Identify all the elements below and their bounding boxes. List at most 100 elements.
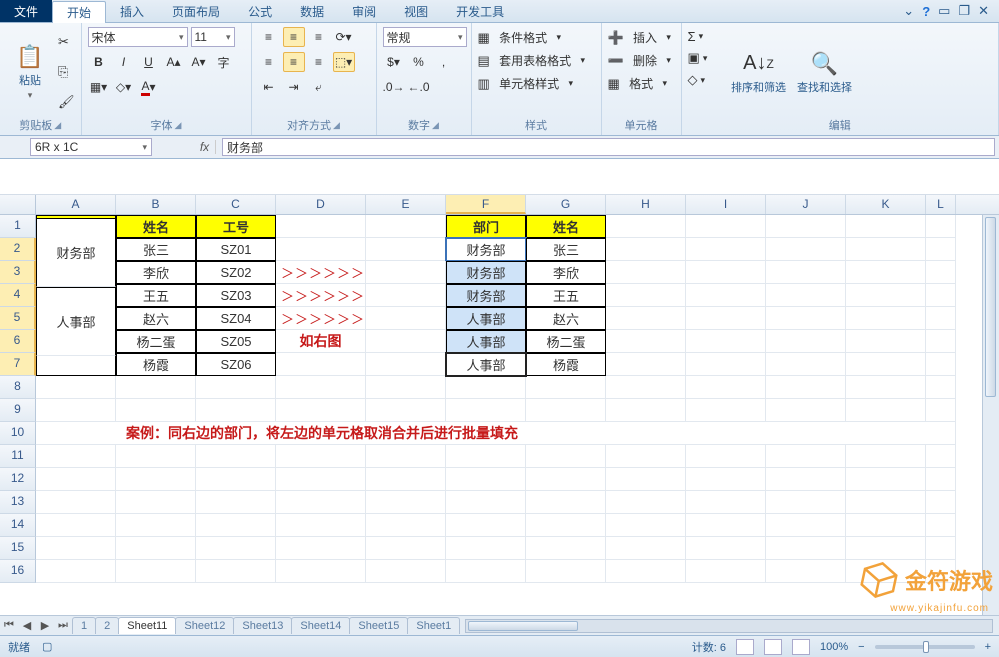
cell-B15[interactable] [116, 537, 196, 560]
row-header-15[interactable]: 15 [0, 537, 36, 560]
cell-K11[interactable] [846, 445, 926, 468]
cell-B9[interactable] [116, 399, 196, 422]
cell-L2[interactable] [926, 238, 956, 261]
orientation-button[interactable]: ⟳▾ [333, 27, 355, 47]
cell-J9[interactable] [766, 399, 846, 422]
cell-E11[interactable] [366, 445, 446, 468]
cell-E9[interactable] [366, 399, 446, 422]
cell-J11[interactable] [766, 445, 846, 468]
hscroll-thumb[interactable] [468, 621, 578, 631]
tab-view[interactable]: 视图 [390, 0, 442, 22]
cell-L5[interactable] [926, 307, 956, 330]
cell-E16[interactable] [366, 560, 446, 583]
delete-cells-button[interactable]: ➖ 删除 ▾ [608, 52, 675, 69]
cell-C6[interactable]: SZ05 [196, 330, 276, 353]
indent-left-button[interactable]: ⇤ [258, 77, 280, 97]
cell-G9[interactable] [526, 399, 606, 422]
align-middle-button[interactable]: ≡ [283, 27, 305, 47]
col-header-F[interactable]: F [446, 195, 526, 214]
row-header-14[interactable]: 14 [0, 514, 36, 537]
col-header-J[interactable]: J [766, 195, 846, 214]
cell-D8[interactable] [276, 376, 366, 399]
cell-J14[interactable] [766, 514, 846, 537]
cell-H12[interactable] [606, 468, 686, 491]
cell-A8[interactable] [36, 376, 116, 399]
cell-G1[interactable]: 姓名 [526, 215, 606, 238]
cell-K2[interactable] [846, 238, 926, 261]
cell-H9[interactable] [606, 399, 686, 422]
cell-K15[interactable] [846, 537, 926, 560]
cell-L1[interactable] [926, 215, 956, 238]
tab-home[interactable]: 开始 [52, 1, 106, 23]
cell-L9[interactable] [926, 399, 956, 422]
paste-button[interactable]: 📋 粘贴 ▾ [6, 27, 54, 115]
cell-B13[interactable] [116, 491, 196, 514]
tab-nav-prev[interactable]: ◀ [18, 619, 36, 632]
row-header-8[interactable]: 8 [0, 376, 36, 399]
cell-F7[interactable]: 人事部 [446, 353, 526, 376]
cell-I3[interactable] [686, 261, 766, 284]
cell-F11[interactable] [446, 445, 526, 468]
col-header-H[interactable]: H [606, 195, 686, 214]
cell-L3[interactable] [926, 261, 956, 284]
cell-C8[interactable] [196, 376, 276, 399]
cell-I15[interactable] [686, 537, 766, 560]
find-select-button[interactable]: 🔍 查找和选择 [794, 27, 856, 115]
cell-B5[interactable]: 赵六 [116, 307, 196, 330]
cell-I4[interactable] [686, 284, 766, 307]
cell-G7[interactable]: 杨霞 [526, 353, 606, 376]
cell-E1[interactable] [366, 215, 446, 238]
cell-L13[interactable] [926, 491, 956, 514]
cell-J13[interactable] [766, 491, 846, 514]
increase-decimal-button[interactable]: .0→ [383, 77, 405, 97]
worksheet[interactable]: A B C D E F G H I J K L 1 部门 姓名 工号 部门 姓名 [0, 195, 999, 615]
cell-K9[interactable] [846, 399, 926, 422]
cell-G3[interactable]: 李欣 [526, 261, 606, 284]
cell-E8[interactable] [366, 376, 446, 399]
tab-review[interactable]: 审阅 [338, 0, 390, 22]
cell-I16[interactable] [686, 560, 766, 583]
cell-B6[interactable]: 杨二蛋 [116, 330, 196, 353]
row-header-9[interactable]: 9 [0, 399, 36, 422]
cell-B11[interactable] [116, 445, 196, 468]
cell-D13[interactable] [276, 491, 366, 514]
cell-G16[interactable] [526, 560, 606, 583]
cell-A15[interactable] [36, 537, 116, 560]
align-bottom-button[interactable]: ≡ [308, 27, 330, 47]
cell-H7[interactable] [606, 353, 686, 376]
cell-L12[interactable] [926, 468, 956, 491]
view-normal-button[interactable] [736, 639, 754, 655]
sheet-tab-12[interactable]: Sheet12 [175, 617, 234, 634]
cell-E7[interactable] [366, 353, 446, 376]
cell-D14[interactable] [276, 514, 366, 537]
cell-D3[interactable]: ＞＞＞＞＞＞ [276, 261, 366, 284]
cell-B3[interactable]: 李欣 [116, 261, 196, 284]
conditional-formatting-button[interactable]: ▦ 条件格式 ▾ [478, 29, 595, 46]
cell-H1[interactable] [606, 215, 686, 238]
cell-I8[interactable] [686, 376, 766, 399]
dialog-launcher-icon[interactable]: ◢ [432, 120, 439, 131]
comma-button[interactable]: , [433, 52, 455, 72]
cell-B2[interactable]: 张三 [116, 238, 196, 261]
row-header-13[interactable]: 13 [0, 491, 36, 514]
zoom-in-button[interactable]: + [985, 641, 991, 653]
align-left-button[interactable]: ≡ [258, 52, 280, 72]
status-record-icon[interactable]: ▢ [42, 640, 52, 653]
tab-data[interactable]: 数据 [286, 0, 338, 22]
row-header-5[interactable]: 5 [0, 307, 36, 330]
cell-C7[interactable]: SZ06 [196, 353, 276, 376]
cell-I1[interactable] [686, 215, 766, 238]
insert-cells-button[interactable]: ➕ 插入 ▾ [608, 29, 675, 46]
cell-H4[interactable] [606, 284, 686, 307]
view-layout-button[interactable] [764, 639, 782, 655]
row-header-1[interactable]: 1 [0, 215, 36, 238]
cell-D11[interactable] [276, 445, 366, 468]
cell-B4[interactable]: 王五 [116, 284, 196, 307]
cell-F4[interactable]: 财务部 [446, 284, 526, 307]
cell-B8[interactable] [116, 376, 196, 399]
tab-nav-last[interactable]: ⏭ [54, 619, 72, 632]
sheet-tab-1[interactable]: 1 [72, 617, 96, 634]
cell-G4[interactable]: 王五 [526, 284, 606, 307]
cell-F1[interactable]: 部门 [446, 215, 526, 238]
indent-right-button[interactable]: ⇥ [283, 77, 305, 97]
